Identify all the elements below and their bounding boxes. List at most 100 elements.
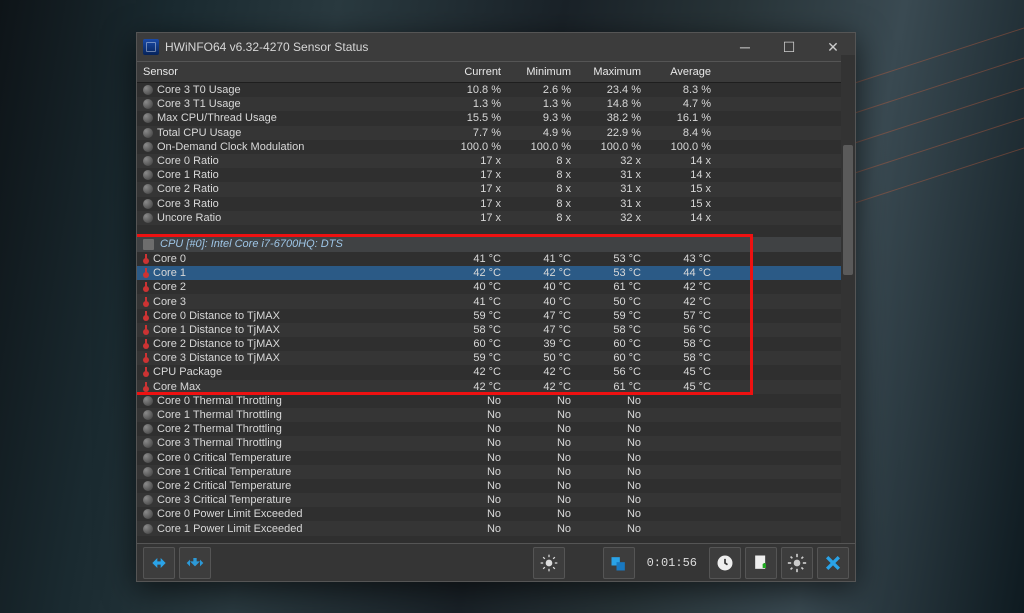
val-max: 38.2 % bbox=[577, 112, 647, 124]
val-max: No bbox=[577, 480, 647, 492]
col-sensor[interactable]: Sensor bbox=[137, 66, 437, 78]
val-avg: 57 °C bbox=[647, 310, 717, 322]
sensor-row[interactable]: Core 3 Ratio17 x8 x31 x15 x bbox=[137, 197, 855, 211]
sensor-label: CPU Package bbox=[153, 366, 222, 378]
val-avg: 8.3 % bbox=[647, 84, 717, 96]
sensor-row[interactable]: Total CPU Usage7.7 %4.9 %22.9 %8.4 % bbox=[137, 126, 855, 140]
thermometer-icon bbox=[143, 297, 149, 307]
bullet-icon bbox=[143, 438, 153, 448]
sensor-row[interactable]: Core 341 °C40 °C50 °C42 °C bbox=[137, 294, 855, 308]
val-max: 50 °C bbox=[577, 296, 647, 308]
val-current: 42 °C bbox=[437, 381, 507, 393]
val-min: 100.0 % bbox=[507, 141, 577, 153]
bullet-icon bbox=[143, 509, 153, 519]
bullet-icon bbox=[143, 128, 153, 138]
expand-all-button[interactable] bbox=[143, 547, 175, 579]
minimize-button[interactable]: ─ bbox=[723, 33, 767, 61]
settings-button[interactable] bbox=[781, 547, 813, 579]
val-max: 32 x bbox=[577, 212, 647, 224]
sensor-row[interactable]: Core 0 Thermal ThrottlingNoNoNo bbox=[137, 394, 855, 408]
section-header[interactable]: CPU [#0]: Intel Core i7-6700HQ: DTS bbox=[137, 237, 855, 252]
val-max: 32 x bbox=[577, 155, 647, 167]
val-current: No bbox=[437, 480, 507, 492]
col-average[interactable]: Average bbox=[647, 66, 717, 78]
val-max: No bbox=[577, 466, 647, 478]
sensor-label: Total CPU Usage bbox=[157, 127, 241, 139]
val-min: 8 x bbox=[507, 212, 577, 224]
val-min: 8 x bbox=[507, 155, 577, 167]
val-avg: 15 x bbox=[647, 198, 717, 210]
sensor-row[interactable]: CPU Package42 °C42 °C56 °C45 °C bbox=[137, 365, 855, 379]
sensor-row[interactable]: Core 1 Critical TemperatureNoNoNo bbox=[137, 465, 855, 479]
sensor-row[interactable]: Core 3 Thermal ThrottlingNoNoNo bbox=[137, 436, 855, 450]
sensor-row[interactable]: Core 142 °C42 °C53 °C44 °C bbox=[137, 266, 855, 280]
sensor-row[interactable]: Core 0 Ratio17 x8 x32 x14 x bbox=[137, 154, 855, 168]
col-current[interactable]: Current bbox=[437, 66, 507, 78]
sensor-label: Core 3 bbox=[153, 296, 186, 308]
sensor-row[interactable]: Max CPU/Thread Usage15.5 %9.3 %38.2 %16.… bbox=[137, 111, 855, 125]
sensor-row[interactable]: Core 3 T1 Usage1.3 %1.3 %14.8 %4.7 % bbox=[137, 97, 855, 111]
maximize-button[interactable]: ☐ bbox=[767, 33, 811, 61]
sensor-row[interactable]: Core 1 Power Limit ExceededNoNoNo bbox=[137, 521, 855, 535]
sensor-list: Core 3 T0 Usage10.8 %2.6 %23.4 %8.3 %Cor… bbox=[137, 83, 855, 543]
sensor-row[interactable]: Core 2 Critical TemperatureNoNoNo bbox=[137, 479, 855, 493]
val-max: No bbox=[577, 409, 647, 421]
save-report-button[interactable] bbox=[745, 547, 777, 579]
sensor-label: Core 0 Thermal Throttling bbox=[157, 395, 282, 407]
val-min: 8 x bbox=[507, 198, 577, 210]
col-minimum[interactable]: Minimum bbox=[507, 66, 577, 78]
sensor-row[interactable]: Core 0 Distance to TjMAX59 °C47 °C59 °C5… bbox=[137, 309, 855, 323]
val-min: 41 °C bbox=[507, 253, 577, 265]
sensor-row[interactable]: Uncore Ratio17 x8 x32 x14 x bbox=[137, 211, 855, 225]
val-max: No bbox=[577, 395, 647, 407]
val-max: 56 °C bbox=[577, 366, 647, 378]
bullet-icon bbox=[143, 453, 153, 463]
thermometer-icon bbox=[143, 311, 149, 321]
bullet-icon bbox=[143, 99, 153, 109]
sensor-row[interactable]: On-Demand Clock Modulation100.0 %100.0 %… bbox=[137, 140, 855, 154]
sensor-row[interactable]: Core 1 Ratio17 x8 x31 x14 x bbox=[137, 168, 855, 182]
logging-button[interactable] bbox=[603, 547, 635, 579]
column-headers[interactable]: Sensor Current Minimum Maximum Average bbox=[137, 61, 855, 83]
thermometer-icon bbox=[143, 339, 149, 349]
sensor-row[interactable]: Core 0 Critical TemperatureNoNoNo bbox=[137, 451, 855, 465]
val-min: No bbox=[507, 452, 577, 464]
sensor-row[interactable]: Core 240 °C40 °C61 °C42 °C bbox=[137, 280, 855, 294]
scrollbar-thumb[interactable] bbox=[843, 145, 853, 275]
val-min: 47 °C bbox=[507, 324, 577, 336]
sensor-label: Core 1 bbox=[153, 267, 186, 279]
sensor-row[interactable]: Core Max42 °C42 °C61 °C45 °C bbox=[137, 380, 855, 394]
sensor-label: Core 2 Critical Temperature bbox=[157, 480, 291, 492]
val-max: 61 °C bbox=[577, 281, 647, 293]
brightness-button[interactable] bbox=[533, 547, 565, 579]
sensor-label: Core 3 T0 Usage bbox=[157, 84, 241, 96]
val-max: 61 °C bbox=[577, 381, 647, 393]
titlebar[interactable]: HWiNFO64 v6.32-4270 Sensor Status ─ ☐ ✕ bbox=[137, 33, 855, 61]
bullet-icon bbox=[143, 85, 153, 95]
vertical-scrollbar[interactable] bbox=[841, 55, 855, 543]
sensor-row[interactable]: Core 2 Ratio17 x8 x31 x15 x bbox=[137, 182, 855, 196]
sensor-row[interactable]: Core 3 Distance to TjMAX59 °C50 °C60 °C5… bbox=[137, 351, 855, 365]
sensor-row[interactable]: Core 041 °C41 °C53 °C43 °C bbox=[137, 252, 855, 266]
sensor-row[interactable]: Core 0 Power Limit ExceededNoNoNo bbox=[137, 507, 855, 521]
close-sensors-button[interactable] bbox=[817, 547, 849, 579]
sensor-label: Core 0 Power Limit Exceeded bbox=[157, 508, 303, 520]
clock-reset-button[interactable] bbox=[709, 547, 741, 579]
sensor-row[interactable]: Core 3 T0 Usage10.8 %2.6 %23.4 %8.3 % bbox=[137, 83, 855, 97]
sensor-row[interactable]: Core 2 Thermal ThrottlingNoNoNo bbox=[137, 422, 855, 436]
sensor-row[interactable]: Core 2 Distance to TjMAX60 °C39 °C60 °C5… bbox=[137, 337, 855, 351]
bullet-icon bbox=[143, 142, 153, 152]
val-min: 4.9 % bbox=[507, 127, 577, 139]
val-avg: 15 x bbox=[647, 183, 717, 195]
sensor-row[interactable]: Core 1 Distance to TjMAX58 °C47 °C58 °C5… bbox=[137, 323, 855, 337]
collapse-all-button[interactable] bbox=[179, 547, 211, 579]
val-current: 40 °C bbox=[437, 281, 507, 293]
val-max: 31 x bbox=[577, 169, 647, 181]
bullet-icon bbox=[143, 113, 153, 123]
sensor-row[interactable]: Core 1 Thermal ThrottlingNoNoNo bbox=[137, 408, 855, 422]
col-maximum[interactable]: Maximum bbox=[577, 66, 647, 78]
val-current: No bbox=[437, 523, 507, 535]
sensor-row[interactable]: Core 3 Critical TemperatureNoNoNo bbox=[137, 493, 855, 507]
val-current: 10.8 % bbox=[437, 84, 507, 96]
sensor-label: Core 1 Thermal Throttling bbox=[157, 409, 282, 421]
